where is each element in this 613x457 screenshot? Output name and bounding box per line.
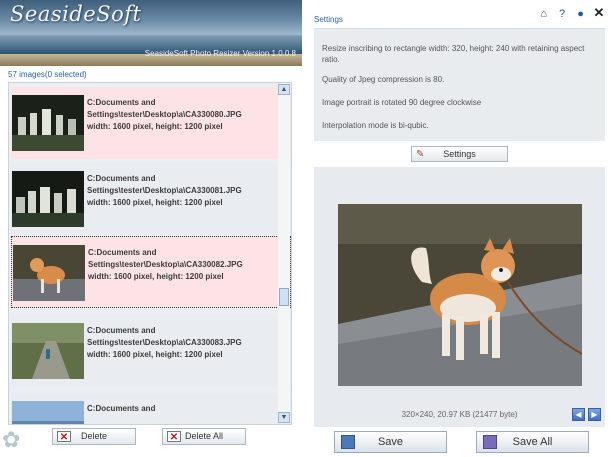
close-icon[interactable]: ✕ (593, 6, 605, 19)
list-item[interactable]: C:Documents and Settings\tester\Desktop\… (11, 87, 291, 159)
pencil-icon: ✎ (416, 149, 425, 160)
item-path-2: Settings\tester\Desktop\a\CA330082.JPG (88, 260, 243, 269)
item-path-1: C:Documents and (87, 174, 156, 183)
item-path-2: Settings\tester\Desktop\a\CA330083.JPG (87, 338, 242, 347)
item-dimensions: width: 1600 pixel, height: 1200 pixel (87, 122, 223, 131)
preview-panel: 320×240, 20.97 KB (21477 byte) ◀ ▶ (314, 167, 605, 427)
thumbnail-image (12, 171, 84, 227)
app-banner: SeasideSoft SeasideSoft Photo Resizer Ve… (0, 0, 302, 66)
version-label: SeasideSoft Photo Resizer Version 1.0.0.… (144, 49, 296, 58)
setting-rotation: Image portrait is rotated 90 degree cloc… (322, 98, 482, 107)
thumbnail-image (13, 245, 85, 301)
decor-shell-icon: ✿ (2, 427, 21, 452)
save-all-button[interactable]: Save All (476, 431, 589, 453)
info-icon[interactable]: ● (575, 8, 587, 20)
list-item[interactable]: C:Documents and Settings\tester\Desktop\… (11, 163, 291, 235)
settings-button[interactable]: ✎ Settings (411, 146, 508, 162)
item-dimensions: width: 1600 pixel, height: 1200 pixel (88, 272, 224, 281)
setting-resize: Resize inscribing to rectangle width: 32… (322, 44, 585, 64)
settings-title: Settings (314, 15, 343, 24)
help-icon[interactable]: ? (556, 8, 568, 20)
thumbnail-image (12, 323, 84, 379)
top-icon-bar: ⌂ ? ● ✕ (536, 4, 605, 20)
setting-interpolation: Interpolation mode is bi-qubic. (322, 121, 429, 130)
item-path-1: C:Documents and (87, 326, 156, 335)
list-item[interactable]: C:Documents and Settings\tester\Desktop\… (11, 315, 291, 387)
home-icon[interactable]: ⌂ (538, 8, 550, 20)
save-button[interactable]: Save (334, 431, 447, 453)
delete-all-button[interactable]: ✕ Delete All (162, 428, 246, 445)
setting-quality: Quality of Jpeg compression is 80. (322, 75, 445, 84)
item-path-1: C:Documents and (87, 98, 156, 107)
prev-image-icon[interactable]: ◀ (572, 408, 585, 421)
delete-button[interactable]: ✕ Delete (52, 428, 136, 445)
preview-image (338, 204, 582, 386)
image-list[interactable]: C:Documents and Settings\tester\Desktop\… (8, 82, 292, 425)
image-info: 320×240, 20.97 KB (21477 byte) (401, 410, 518, 419)
list-scrollbar[interactable]: ▲ ▼ (278, 84, 290, 423)
item-path-2: Settings\tester\Desktop\a\CA330080.JPG (87, 110, 242, 119)
list-item[interactable]: C:Documents and (11, 393, 291, 424)
next-image-icon[interactable]: ▶ (588, 408, 601, 421)
item-path-2: Settings\tester\Desktop\a\CA330081.JPG (87, 186, 242, 195)
list-item-selected[interactable]: C:Documents and Settings\tester\Desktop\… (11, 236, 291, 308)
item-dimensions: width: 1600 pixel, height: 1200 pixel (87, 350, 223, 359)
image-count: 57 images(0 selected) (8, 70, 87, 79)
scroll-down-icon[interactable]: ▼ (278, 412, 290, 423)
scrollbar-thumb[interactable] (279, 288, 289, 306)
item-path-1: C:Documents and (87, 404, 156, 413)
thumbnail-image (12, 95, 84, 151)
app-logo: SeasideSoft (10, 2, 142, 26)
settings-panel: Resize inscribing to rectangle width: 32… (314, 28, 605, 141)
item-dimensions: width: 1600 pixel, height: 1200 pixel (87, 198, 223, 207)
item-path-1: C:Documents and (88, 248, 157, 257)
thumbnail-image (12, 401, 84, 424)
scroll-up-icon[interactable]: ▲ (278, 84, 290, 95)
